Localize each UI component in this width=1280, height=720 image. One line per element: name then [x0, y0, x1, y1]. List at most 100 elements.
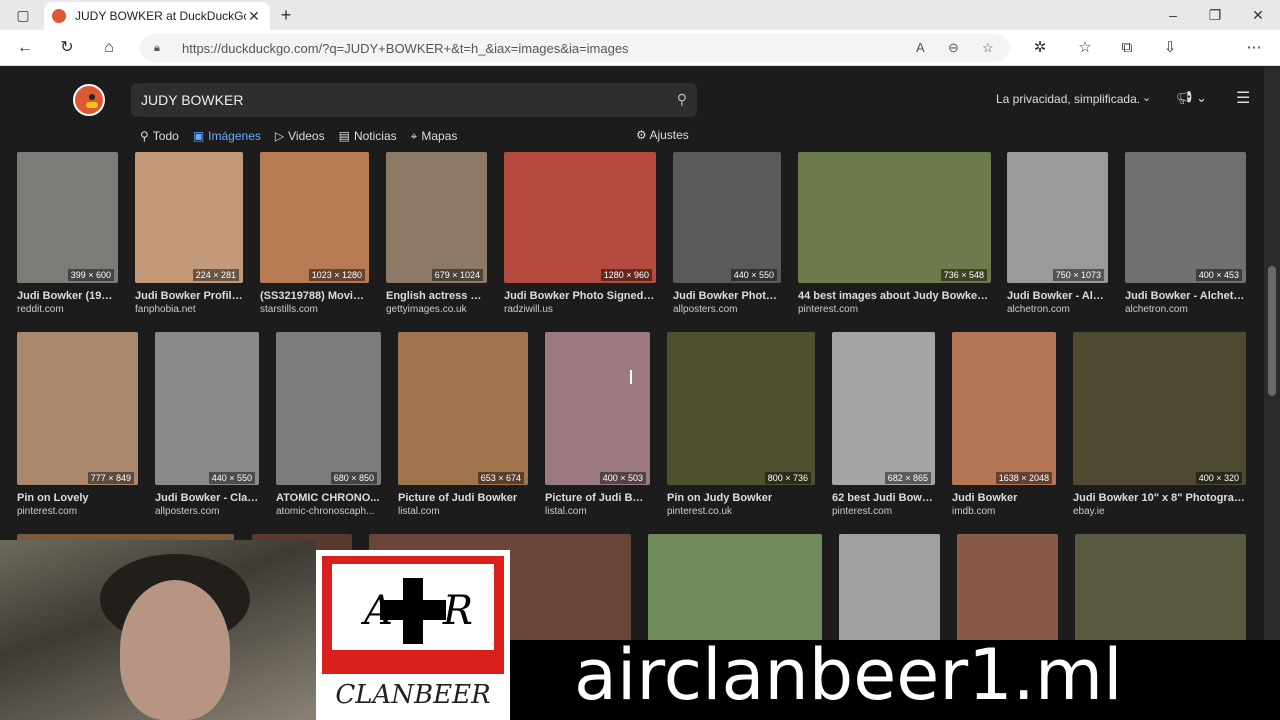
image-dimensions: 1638 × 2048 [995, 472, 1052, 484]
settings-label: Ajustes [649, 128, 689, 142]
news-icon: ▤ [338, 129, 350, 143]
result-title[interactable]: Judi Bowker - Clas... [155, 492, 259, 504]
home-icon[interactable]: ⌂ [100, 39, 118, 57]
read-aloud-icon[interactable]: A [916, 40, 925, 55]
result-title[interactable]: Pin on Lovely [17, 492, 138, 504]
result-thumbnail[interactable] [386, 152, 487, 283]
back-icon[interactable]: ← [16, 39, 34, 57]
browser-tab[interactable]: JUDY BOWKER at DuckDuckGo ✕ [44, 2, 270, 30]
result-thumbnail[interactable] [667, 332, 815, 485]
result-source: atomic-chronoscaph... [276, 506, 375, 517]
result-thumbnail[interactable] [17, 152, 118, 283]
tab-videos[interactable]: ▷ Videos [275, 126, 325, 146]
result-title[interactable]: 62 best Judi Bowk... [832, 492, 935, 504]
result-thumbnail[interactable] [1073, 332, 1246, 485]
result-thumbnail[interactable] [398, 332, 528, 485]
result-title[interactable]: Judi Bowker (1971)... [17, 290, 118, 302]
extensions-icon[interactable]: ✲ [1030, 39, 1050, 57]
window-close-icon[interactable]: ✕ [1249, 6, 1267, 24]
tab-close-icon[interactable]: ✕ [246, 8, 262, 25]
result-thumbnail[interactable] [504, 152, 656, 283]
result-thumbnail[interactable] [952, 332, 1056, 485]
result-title[interactable]: Judi Bowker [952, 492, 1056, 504]
hamburger-menu-icon[interactable]: ☰ [1236, 88, 1250, 108]
result-source: allposters.com [155, 506, 220, 517]
result-thumbnail[interactable] [276, 332, 381, 485]
result-source: listal.com [545, 506, 587, 517]
result-title[interactable]: 44 best images about Judy Bowker o... [798, 290, 991, 302]
tab-mapas[interactable]: ⌖ Mapas [411, 126, 458, 146]
search-query: JUDY BOWKER [141, 92, 244, 108]
tab-actions-icon[interactable]: ▢ [14, 6, 32, 24]
tab-imagenes[interactable]: ▣ Imágenes [193, 126, 261, 146]
result-thumbnail[interactable] [1075, 534, 1246, 642]
result-thumbnail[interactable] [798, 152, 991, 283]
result-title[interactable]: Picture of Judi Bow... [545, 492, 650, 504]
favorites-icon[interactable]: ☆ [1075, 39, 1095, 57]
result-thumbnail[interactable] [832, 332, 935, 485]
result-title[interactable]: Judi Bowker - Alch... [1007, 290, 1108, 302]
result-source: alchetron.com [1007, 304, 1070, 315]
duckduckgo-favicon-icon [52, 9, 66, 23]
minimize-icon[interactable]: – [1164, 6, 1182, 24]
image-dimensions: 400 × 320 [1195, 472, 1242, 484]
result-source: reddit.com [17, 304, 64, 315]
search-icon[interactable]: ⚲ [677, 91, 687, 108]
logo-letters: AR [364, 588, 524, 634]
duckduckgo-logo[interactable] [73, 84, 105, 116]
result-thumbnail[interactable] [17, 332, 138, 485]
result-thumbnail[interactable] [260, 152, 369, 283]
result-thumbnail[interactable] [155, 332, 259, 485]
megaphone-icon[interactable]: 📢︎ ⌄ [1176, 90, 1207, 106]
image-dimensions: 800 × 736 [764, 472, 811, 484]
result-title[interactable]: Judi Bowker - Alchetro... [1125, 290, 1246, 302]
zoom-icon[interactable]: ⊖ [948, 40, 959, 56]
lock-icon: 🔒︎ [154, 41, 160, 54]
privacy-link[interactable]: La privacidad, simplificada. [996, 92, 1140, 106]
result-title[interactable]: English actress Ju... [386, 290, 487, 302]
result-title[interactable]: Judi Bowker Photo Signed A... [504, 290, 656, 302]
result-title[interactable]: Judi Bowker Photo ... [673, 290, 781, 302]
settings-button[interactable]: ⚙︎ Ajustes [636, 128, 689, 142]
result-thumbnail[interactable] [839, 534, 940, 642]
search-input[interactable]: JUDY BOWKER ⚲ [131, 83, 697, 117]
result-source: radziwill.us [504, 304, 553, 315]
scrollbar-thumb[interactable] [1268, 266, 1276, 396]
new-tab-icon[interactable]: + [277, 6, 295, 24]
result-thumbnail[interactable] [648, 534, 822, 642]
result-title[interactable]: Pin on Judy Bowker [667, 492, 815, 504]
image-dimensions: 224 × 281 [192, 269, 239, 281]
add-favorite-icon[interactable]: ☆ [982, 40, 994, 56]
chevron-down-icon[interactable]: ⌄ [1142, 91, 1151, 104]
result-thumbnail[interactable] [957, 534, 1058, 642]
browser-menu-icon[interactable]: ⋯ [1244, 39, 1264, 57]
result-thumbnail[interactable] [1007, 152, 1108, 283]
result-title[interactable]: ATOMIC CHRONO... [276, 492, 381, 504]
collections-icon[interactable]: ⧉ [1117, 39, 1137, 57]
result-title[interactable]: Judi Bowker 10" x 8" Photograph... [1073, 492, 1246, 504]
browser-tab-bar: ▢ JUDY BOWKER at DuckDuckGo ✕ + – ❐ ✕ [0, 0, 1280, 30]
result-title[interactable]: (SS3219788) Movie ... [260, 290, 369, 302]
downloads-icon[interactable]: ⇩ [1160, 39, 1180, 57]
tab-label: Mapas [421, 129, 458, 143]
tab-todo[interactable]: ⚲ Todo [140, 126, 179, 146]
result-source: starstills.com [260, 304, 318, 315]
result-thumbnail[interactable] [1125, 152, 1246, 283]
maximize-icon[interactable]: ❐ [1206, 6, 1224, 24]
image-icon: ▣ [192, 129, 205, 143]
result-source: pinterest.com [798, 304, 859, 315]
refresh-icon[interactable]: ↻ [58, 39, 76, 57]
result-thumbnail[interactable] [673, 152, 781, 283]
result-thumbnail[interactable] [545, 332, 650, 485]
result-source: allposters.com [673, 304, 738, 315]
url-field[interactable]: 🔒︎ https://duckduckgo.com/?q=JUDY+BOWKER… [140, 34, 1010, 62]
result-title[interactable]: Judi Bowker Profile,... [135, 290, 243, 302]
tab-noticias[interactable]: ▤ Noticias [339, 126, 397, 146]
result-source: pinterest.com [832, 506, 893, 517]
image-dimensions: 682 × 865 [884, 472, 931, 484]
result-title[interactable]: Picture of Judi Bowker [398, 492, 528, 504]
tab-label: Imágenes [208, 129, 261, 143]
page-scrollbar[interactable] [1264, 66, 1280, 720]
sliders-icon: ⚙︎ [636, 128, 650, 142]
result-thumbnail[interactable] [135, 152, 243, 283]
